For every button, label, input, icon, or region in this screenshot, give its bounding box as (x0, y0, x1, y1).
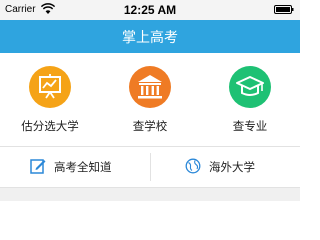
battery-icon (274, 5, 294, 14)
grid-item-label: 估分选大学 (21, 119, 79, 133)
clock: 12:25 AM (123, 3, 177, 17)
quick-link-gaokao-guide[interactable]: 高考全知道 (30, 147, 140, 187)
content-area-edge (0, 187, 300, 201)
feature-grid: 估分选大学 查学校 查专业 (0, 53, 300, 146)
quick-link-label: 海外大学 (209, 160, 255, 174)
globe-icon (185, 158, 201, 174)
vertical-divider (150, 153, 151, 181)
grid-item-label: 查专业 (232, 119, 268, 133)
university-building-icon (129, 66, 171, 108)
grid-item-find-school[interactable]: 查学校 (100, 66, 200, 146)
grid-item-find-major[interactable]: 查专业 (200, 66, 300, 146)
chalkboard-chart-icon (29, 66, 71, 108)
graduation-cap-icon (229, 66, 271, 108)
edit-pencil-icon (30, 159, 46, 174)
status-bar: Carrier 12:25 AM (0, 0, 300, 20)
nav-bar: 掌上高考 (0, 20, 300, 53)
quick-link-overseas-university[interactable]: 海外大学 (185, 147, 285, 187)
quick-link-label: 高考全知道 (54, 160, 112, 174)
grid-item-score-estimate[interactable]: 估分选大学 (0, 66, 100, 146)
page-title: 掌上高考 (122, 30, 178, 46)
grid-item-label: 查学校 (132, 119, 168, 133)
